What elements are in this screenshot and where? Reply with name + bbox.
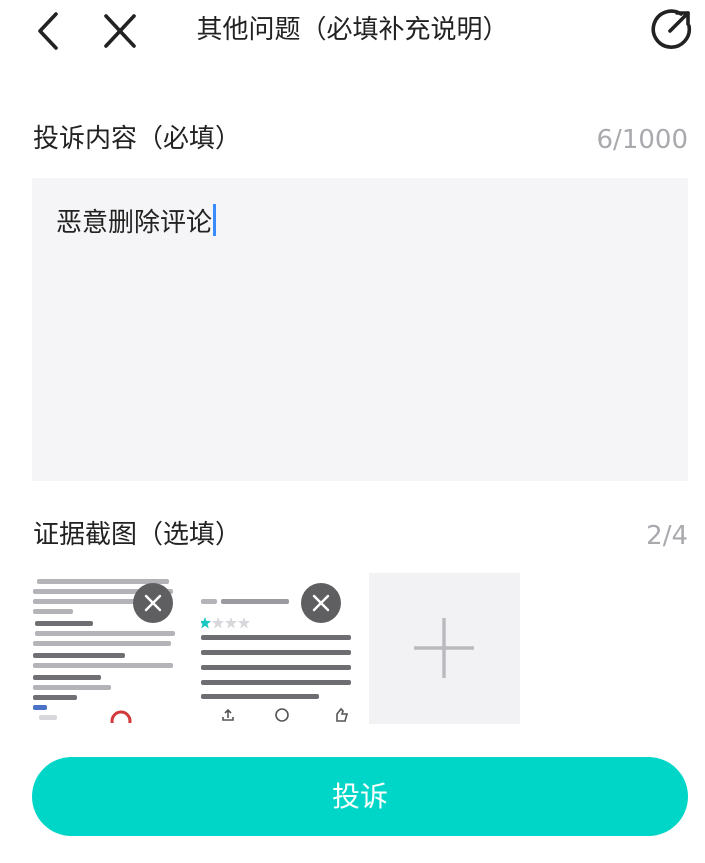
chevron-left-icon	[38, 12, 58, 50]
complaint-textarea[interactable]: 恶意删除评论	[32, 178, 688, 481]
close-icon	[312, 594, 330, 612]
top-nav-bar: 其他问题（必填补充说明）	[0, 0, 705, 62]
close-button[interactable]	[100, 10, 140, 52]
evidence-image-2[interactable]	[201, 573, 351, 723]
share-icon	[651, 9, 692, 49]
evidence-count: 2/4	[646, 521, 688, 551]
page-title: 其他问题（必填补充说明）	[196, 15, 509, 45]
remove-image-2-button[interactable]	[301, 583, 341, 623]
text-caret	[213, 204, 217, 236]
complaint-char-counter: 6/1000	[596, 125, 688, 155]
close-icon	[104, 14, 136, 48]
close-icon	[144, 594, 162, 612]
complaint-text: 恶意删除评论	[56, 208, 213, 238]
plus-icon	[414, 618, 474, 678]
embedded-logo-icon	[110, 710, 132, 723]
add-image-button[interactable]	[369, 573, 520, 724]
complaint-label: 投诉内容（必填）	[33, 124, 242, 154]
post-action-icons	[222, 707, 349, 722]
evidence-image-1[interactable]	[33, 573, 183, 723]
star-rating-icon	[201, 617, 250, 629]
share-button[interactable]	[651, 8, 693, 50]
remove-image-1-button[interactable]	[133, 583, 173, 623]
submit-complaint-button[interactable]: 投诉	[32, 757, 688, 836]
evidence-label: 证据截图（选填）	[33, 520, 242, 550]
back-button[interactable]	[28, 8, 68, 54]
